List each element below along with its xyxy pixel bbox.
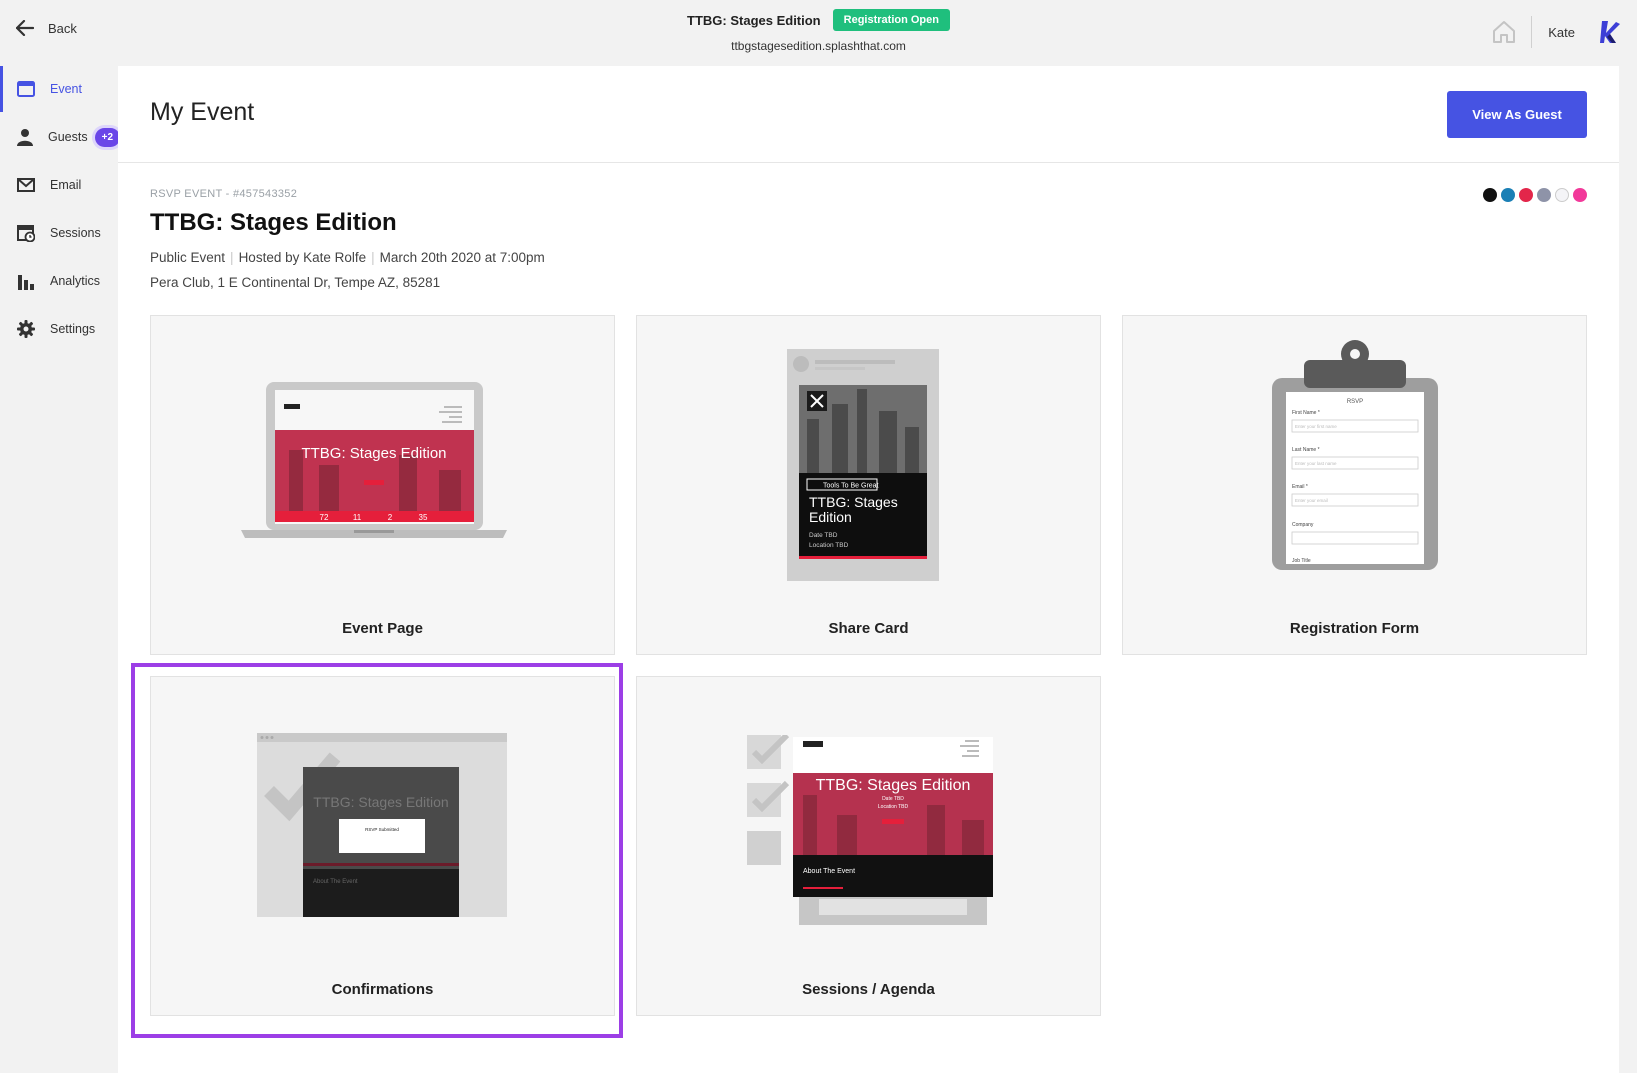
share-card-location: Location TBD xyxy=(809,542,849,549)
layout-icon xyxy=(16,79,36,99)
event-info: Public Event | Hosted by Kate Rolfe | March … xyxy=(150,250,545,265)
preview-subtitle-2: Location TBD xyxy=(878,804,909,810)
card-label: Share Card xyxy=(828,620,909,637)
guests-count-badge: +2 xyxy=(94,127,121,147)
registration-status-badge[interactable]: Registration Open xyxy=(832,9,950,31)
bar-chart-icon xyxy=(16,271,36,291)
card-label: Registration Form xyxy=(1289,620,1420,637)
event-host: Hosted by Kate Rolfe xyxy=(238,250,367,265)
sessions-agenda-card[interactable]: TTBG: Stages Edition Date TBD Location T… xyxy=(636,676,1101,1016)
form-field-placeholder: Enter your last name xyxy=(1295,461,1337,466)
event-title: TTBG: Stages Edition xyxy=(150,209,397,236)
user-name[interactable]: Kate xyxy=(1548,25,1575,40)
form-field-label: Job Title xyxy=(1292,558,1311,564)
share-card-title-1: TTBG: Stages xyxy=(809,494,898,510)
page-header: My Event View As Guest xyxy=(118,66,1619,163)
event-datetime: March 20th 2020 at 7:00pm xyxy=(379,250,545,265)
countdown-hours: 11 xyxy=(353,513,362,522)
preview-event-title: TTBG: Stages Edition xyxy=(816,777,971,794)
countdown-seconds: 35 xyxy=(419,513,428,522)
sidebar-item-analytics[interactable]: Analytics xyxy=(0,258,118,304)
form-heading: RSVP xyxy=(1347,399,1363,405)
event-visibility: Public Event xyxy=(150,250,226,265)
clipboard-preview-image: RSVP First Name * Enter your first name … xyxy=(1272,340,1438,570)
share-card-card[interactable]: Tools To Be Great TTBG: Stages Edition D… xyxy=(636,315,1101,655)
form-field-label: Company xyxy=(1292,522,1314,528)
top-bar: Back TTBG: Stages Edition Registration O… xyxy=(0,0,1637,66)
share-card-date: Date TBD xyxy=(809,532,838,539)
splash-logo-icon[interactable] xyxy=(1599,19,1621,45)
sidebar-item-email[interactable]: Email xyxy=(0,162,118,208)
sidebar-item-label: Analytics xyxy=(50,274,101,288)
card-label: Sessions / Agenda xyxy=(802,981,935,998)
sidebar-item-label: Sessions xyxy=(50,226,101,240)
preview-event-title: TTBG: Stages Edition xyxy=(301,445,446,462)
sidebar-item-label: Event xyxy=(50,82,82,96)
home-icon[interactable] xyxy=(1491,19,1517,45)
sidebar: Event Guests +2 Email Sessions Analytics… xyxy=(0,66,121,1073)
countdown-days: 72 xyxy=(320,513,329,522)
sidebar-item-label: Email xyxy=(50,178,82,192)
page-title: My Event xyxy=(150,98,255,126)
color-swatch xyxy=(1483,188,1497,202)
color-swatch xyxy=(1555,188,1569,202)
share-card-brand: Tools To Be Great xyxy=(823,483,879,490)
sidebar-item-sessions[interactable]: Sessions xyxy=(0,210,118,256)
countdown-minutes: 2 xyxy=(388,513,393,522)
sessions-preview-image: TTBG: Stages Edition Date TBD Location T… xyxy=(747,735,993,925)
sidebar-item-guests[interactable]: Guests +2 xyxy=(0,114,121,160)
color-swatch xyxy=(1501,188,1515,202)
form-field-label: Email * xyxy=(1292,484,1308,490)
sidebar-item-event[interactable]: Event xyxy=(0,66,118,112)
topbar-event-name: TTBG: Stages Edition xyxy=(687,12,821,28)
gear-icon xyxy=(16,319,36,339)
share-card-title-2: Edition xyxy=(809,509,852,525)
form-field-label: Last Name * xyxy=(1292,447,1320,453)
divider xyxy=(1531,16,1533,48)
selection-highlight xyxy=(131,663,623,1038)
form-field-placeholder: Enter your email xyxy=(1295,498,1328,503)
color-swatch xyxy=(1519,188,1533,202)
main-panel: My Event View As Guest RSVP EVENT - #457… xyxy=(118,66,1619,1073)
preview-section-heading: About The Event xyxy=(803,868,855,875)
event-type-id: RSVP EVENT - #457543352 xyxy=(150,188,298,200)
sidebar-item-label: Settings xyxy=(50,322,96,336)
scrollbar[interactable] xyxy=(1619,66,1637,1073)
event-url[interactable]: ttbgstagesedition.splashthat.com xyxy=(0,39,1637,53)
view-as-guest-button[interactable]: View As Guest xyxy=(1447,91,1587,138)
theme-color-swatches[interactable] xyxy=(1483,188,1587,202)
share-card-preview-image: Tools To Be Great TTBG: Stages Edition D… xyxy=(787,349,939,581)
color-swatch xyxy=(1537,188,1551,202)
card-label: Event Page xyxy=(342,620,423,637)
sidebar-item-label: Guests xyxy=(48,130,88,144)
form-field-label: First Name * xyxy=(1292,410,1320,416)
event-page-card[interactable]: TTBG: Stages Edition 72 11 2 35 Event Pa… xyxy=(150,315,615,655)
sidebar-item-settings[interactable]: Settings xyxy=(0,306,118,352)
calendar-clock-icon xyxy=(16,223,36,243)
color-swatch xyxy=(1573,188,1587,202)
person-icon xyxy=(16,127,34,147)
form-field-placeholder: Enter your first name xyxy=(1295,424,1337,429)
mail-icon xyxy=(16,175,36,195)
registration-form-card[interactable]: RSVP First Name * Enter your first name … xyxy=(1122,315,1587,655)
preview-subtitle: Date TBD xyxy=(882,796,904,802)
event-address: Pera Club, 1 E Continental Dr, Tempe AZ,… xyxy=(150,275,441,290)
laptop-preview-image: TTBG: Stages Edition 72 11 2 35 xyxy=(241,382,507,538)
